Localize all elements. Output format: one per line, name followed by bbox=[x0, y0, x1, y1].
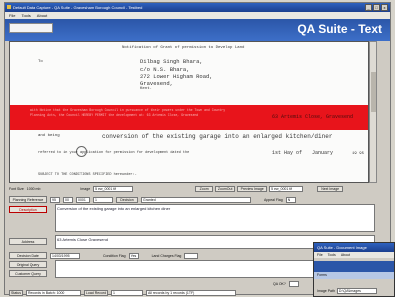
window-title: Default Data Capture - QA Suite - Graves… bbox=[13, 5, 143, 10]
overlay-title: QA Suite - Document Image bbox=[314, 243, 394, 252]
original-query-button[interactable]: Original Query bbox=[9, 261, 47, 268]
qa-row: QA OK? bbox=[273, 279, 299, 288]
overlay-menu-about[interactable]: About bbox=[341, 252, 350, 258]
ref-extra-field[interactable]: 1 bbox=[93, 196, 113, 203]
zoom-out-button[interactable]: ZoomOut bbox=[215, 186, 236, 192]
description-field[interactable]: Conversion of the existing garage into a… bbox=[55, 204, 375, 232]
preview-image-button[interactable]: Preview Image bbox=[237, 186, 268, 192]
original-query-row: Original Query bbox=[9, 260, 47, 269]
decision-date-row: Decision Date 14/03/1995 Condition Flag … bbox=[9, 251, 329, 260]
font-size-value: 1000 mb bbox=[26, 187, 41, 191]
planning-ref-label: Planning Reference bbox=[9, 196, 47, 203]
doc-to-label: To bbox=[38, 60, 43, 64]
scroll-thumb[interactable] bbox=[371, 72, 376, 112]
zoom-button[interactable]: Zoom bbox=[195, 186, 214, 192]
close-button[interactable]: x bbox=[381, 4, 388, 11]
doc-subject: SUBJECT TO THE CONDITIONS SPECIFIED here… bbox=[38, 173, 137, 177]
image-label: Image bbox=[80, 187, 91, 191]
document-image-window[interactable]: QA Suite - Document Image File Tools Abo… bbox=[313, 242, 395, 297]
overlay-image-path-row: Image Path D:\QA\Images bbox=[317, 288, 377, 294]
decision-label: Decision bbox=[116, 196, 138, 203]
minimize-button[interactable]: _ bbox=[365, 4, 372, 11]
header-dropdown[interactable] bbox=[9, 23, 53, 33]
condition-flag-field[interactable]: Yes bbox=[128, 252, 139, 259]
doc-title: Notification of Grant of permission to D… bbox=[122, 46, 245, 50]
document-image-viewer[interactable]: Notification of Grant of permission to D… bbox=[9, 41, 369, 183]
address-row: Address bbox=[9, 237, 47, 246]
menu-about[interactable]: About bbox=[37, 12, 47, 19]
image-path-field[interactable]: D:\QA\Images bbox=[336, 288, 377, 294]
ref-part-field[interactable]: 95 bbox=[50, 196, 60, 203]
load-record-button[interactable]: Load Record bbox=[84, 289, 108, 296]
font-size-label: Font Size bbox=[9, 187, 24, 191]
ref-part-field[interactable]: 0001 bbox=[76, 196, 90, 203]
overlay-header-band bbox=[314, 261, 394, 272]
customer-query-button[interactable]: Customer Query bbox=[9, 270, 47, 277]
doc-highlight-text: with Notice that the Gravesham Borough C… bbox=[30, 108, 226, 112]
header-strip: QA Suite - Text bbox=[5, 19, 390, 41]
menu-file[interactable]: File bbox=[9, 12, 15, 19]
image-field[interactable]: 5 ew_0001 tif bbox=[93, 186, 134, 192]
decision-date-field[interactable]: 14/03/1995 bbox=[50, 252, 80, 259]
doc-address-line: Dilbag Singh Bhara, bbox=[140, 58, 203, 65]
appeal-flag-label: Appeal Flag bbox=[264, 197, 283, 202]
maximize-button[interactable]: □ bbox=[373, 4, 380, 11]
doc-address-line: c/o N.S. Bhara, bbox=[140, 66, 190, 73]
doc-address-line: Kent. bbox=[140, 87, 153, 91]
doc-referred-text: referred to in your application for perm… bbox=[38, 151, 190, 155]
doc-site-address: 63 Artemis Close, Gravesend bbox=[272, 114, 354, 120]
doc-year: 19 95 bbox=[352, 152, 365, 156]
doc-and-being: and being bbox=[38, 134, 60, 138]
doc-address-line: 272 Lower Higham Road, bbox=[140, 73, 213, 80]
decision-select[interactable]: Granted bbox=[141, 196, 251, 203]
doc-conversion-text: conversion of the existing garage into a… bbox=[102, 133, 333, 140]
doc-month: January bbox=[312, 150, 334, 156]
status-bar: Status Records in Batch: 1000 Load Recor… bbox=[9, 289, 319, 296]
image-path-label: Image Path bbox=[317, 289, 335, 293]
land-charges-field[interactable] bbox=[184, 252, 199, 259]
customer-query-row: Customer Query bbox=[9, 269, 47, 278]
viewer-scrollbar[interactable] bbox=[369, 41, 377, 183]
overlay-forms-label: Forms bbox=[314, 272, 394, 279]
query-field[interactable] bbox=[55, 260, 315, 278]
overlay-menu: File Tools About bbox=[314, 252, 394, 258]
overlay-menu-file[interactable]: File bbox=[317, 252, 323, 258]
all-batch-field: All records by 1 records (1TF) bbox=[146, 289, 236, 296]
appeal-flag-field[interactable]: N bbox=[285, 196, 296, 203]
menu-bar: File Tools About bbox=[5, 12, 390, 19]
description-button[interactable]: Description bbox=[9, 206, 47, 213]
doc-date: 1st Hay of bbox=[272, 150, 303, 156]
menu-tools[interactable]: Tools bbox=[21, 12, 30, 19]
planning-ref-row: Planning Reference 95 00 0001 1 Decision… bbox=[9, 195, 389, 204]
records-in-batch: Records in Batch: 1000 bbox=[26, 289, 81, 296]
doc-highlight-text: Planning Acts, the Council HEREBY PERMIT… bbox=[30, 113, 199, 117]
overlay-menu-tools[interactable]: Tools bbox=[328, 252, 336, 258]
status-button[interactable]: Status bbox=[9, 289, 23, 296]
doc-address-line: Gravesend, bbox=[140, 80, 174, 87]
app-icon bbox=[7, 5, 11, 9]
land-charges-label: Land Charges Flag bbox=[151, 253, 182, 258]
decision-date-label: Decision Date bbox=[9, 252, 47, 259]
next-image-button[interactable]: Next Image bbox=[317, 186, 344, 192]
image-info-bar: Font Size 1000 mb Image 5 ew_0001 tif Zo… bbox=[9, 185, 389, 193]
ref-part-field[interactable]: 00 bbox=[63, 196, 73, 203]
app-heading: QA Suite - Text bbox=[297, 22, 382, 36]
title-bar: Default Data Capture - QA Suite - Graves… bbox=[5, 3, 390, 12]
description-row: Description bbox=[9, 205, 47, 214]
qa-ok-label: QA OK? bbox=[273, 281, 286, 286]
condition-flag-label: Condition Flag bbox=[103, 253, 126, 258]
load-record-field[interactable]: 1 bbox=[111, 289, 143, 296]
preview-image-field[interactable]: 5 ew_0001 tif bbox=[269, 186, 304, 192]
qa-ok-field[interactable] bbox=[288, 280, 299, 287]
address-button[interactable]: Address bbox=[9, 238, 47, 245]
